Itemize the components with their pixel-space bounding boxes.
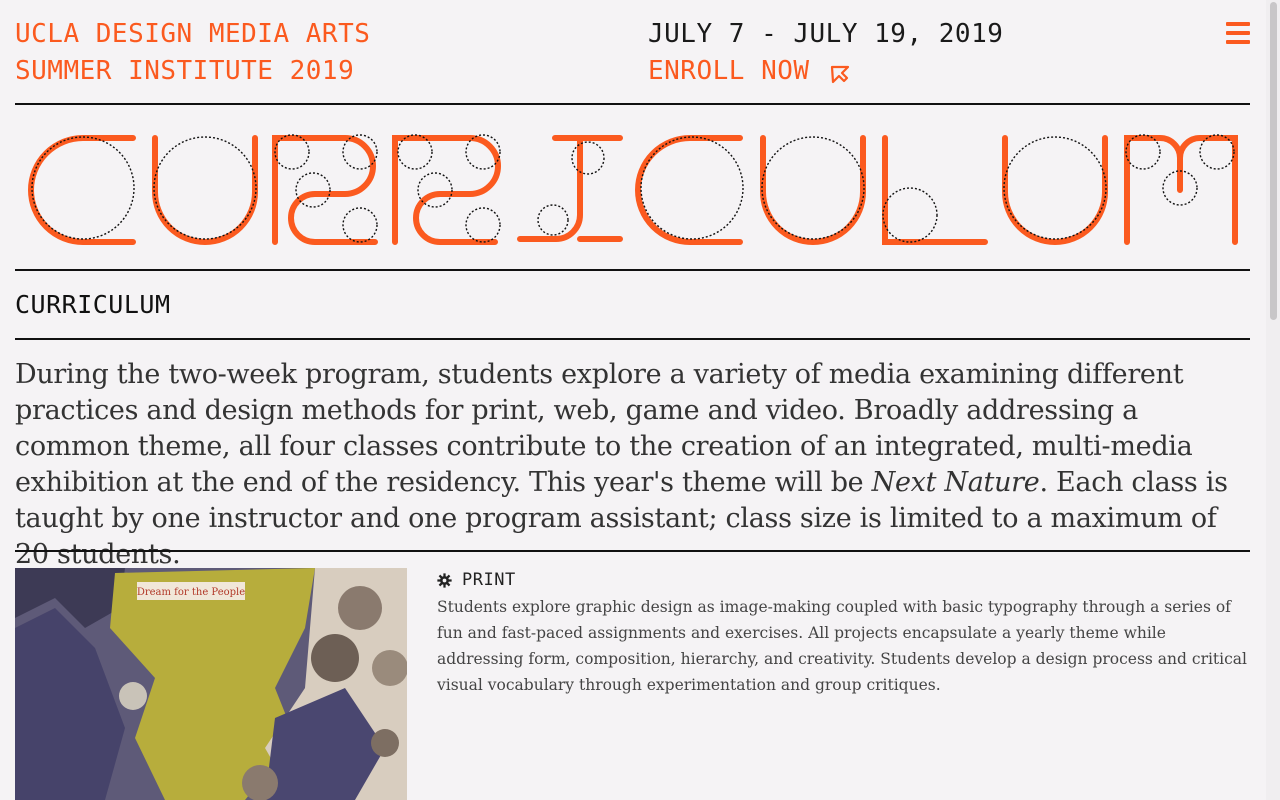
print-course-image[interactable]: Dream for the People xyxy=(15,568,407,800)
gear-icon xyxy=(437,572,452,588)
enroll-now-label: ENROLL NOW xyxy=(648,56,810,86)
site-title-line2: SUMMER INSTITUTE 2019 xyxy=(15,56,355,86)
site-title[interactable]: UCLA DESIGN MEDIA ARTS SUMMER INSTITUTE … xyxy=(15,16,370,90)
enroll-now-link[interactable]: ENROLL NOW xyxy=(648,53,850,90)
site-title-line1: UCLA DESIGN MEDIA ARTS xyxy=(15,19,371,49)
banner-divider xyxy=(15,269,1250,271)
scrollbar-thumb[interactable] xyxy=(1270,2,1277,320)
section-heading: CURRICULUM xyxy=(15,290,171,319)
page-scrollbar[interactable] xyxy=(1266,0,1280,800)
arrow-cursor-icon xyxy=(830,65,849,83)
section-divider xyxy=(15,338,1250,340)
header-divider xyxy=(15,103,1250,105)
course-heading-print[interactable]: PRINT xyxy=(437,570,516,590)
theme-name: Next Nature xyxy=(871,467,1040,498)
curriculum-banner xyxy=(28,134,1238,245)
course-description: Students explore graphic design as image… xyxy=(437,598,1247,694)
program-dates: JULY 7 - JULY 19, 2019 xyxy=(648,19,1004,49)
intro-divider xyxy=(15,550,1250,552)
course-name: PRINT xyxy=(462,570,516,590)
site-header: UCLA DESIGN MEDIA ARTS SUMMER INSTITUTE … xyxy=(15,16,1250,106)
image-caption: Dream for the People xyxy=(137,587,245,598)
hamburger-menu-icon[interactable] xyxy=(1226,22,1250,44)
intro-paragraph: During the two-week program, students ex… xyxy=(15,357,1255,573)
